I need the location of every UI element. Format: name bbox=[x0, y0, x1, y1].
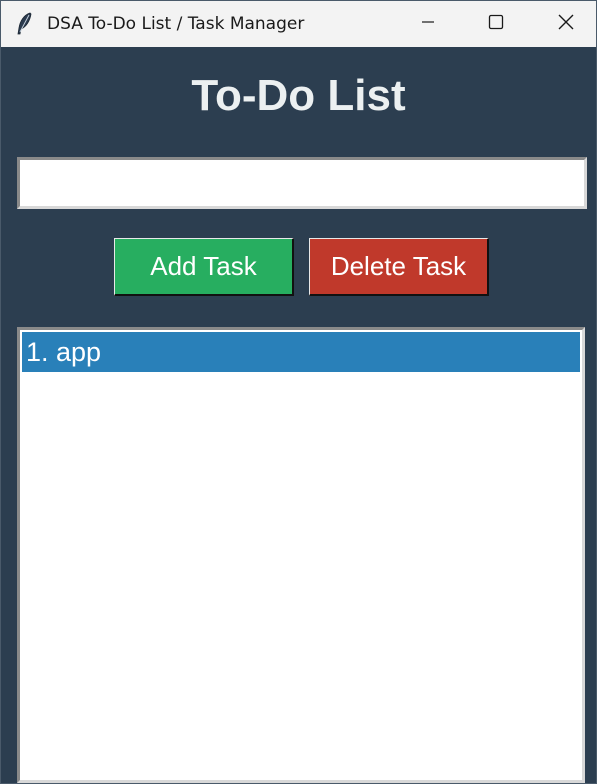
list-item[interactable]: 1. app bbox=[22, 332, 580, 372]
feather-icon bbox=[15, 12, 33, 36]
maximize-icon bbox=[488, 14, 504, 35]
maximize-button[interactable] bbox=[461, 1, 531, 47]
task-input[interactable] bbox=[17, 157, 587, 209]
page-title: To-Do List bbox=[191, 71, 406, 120]
minimize-icon bbox=[421, 15, 435, 34]
minimize-button[interactable] bbox=[393, 1, 463, 47]
app-window: DSA To-Do List / Task Manager To-Do List… bbox=[0, 0, 597, 784]
task-listbox[interactable]: 1. app bbox=[17, 327, 585, 783]
window-title: DSA To-Do List / Task Manager bbox=[47, 14, 305, 34]
close-icon bbox=[557, 13, 575, 36]
delete-task-button[interactable]: Delete Task bbox=[309, 238, 489, 296]
add-task-button[interactable]: Add Task bbox=[114, 238, 294, 296]
title-bar[interactable]: DSA To-Do List / Task Manager bbox=[1, 1, 596, 47]
close-button[interactable] bbox=[531, 1, 596, 47]
